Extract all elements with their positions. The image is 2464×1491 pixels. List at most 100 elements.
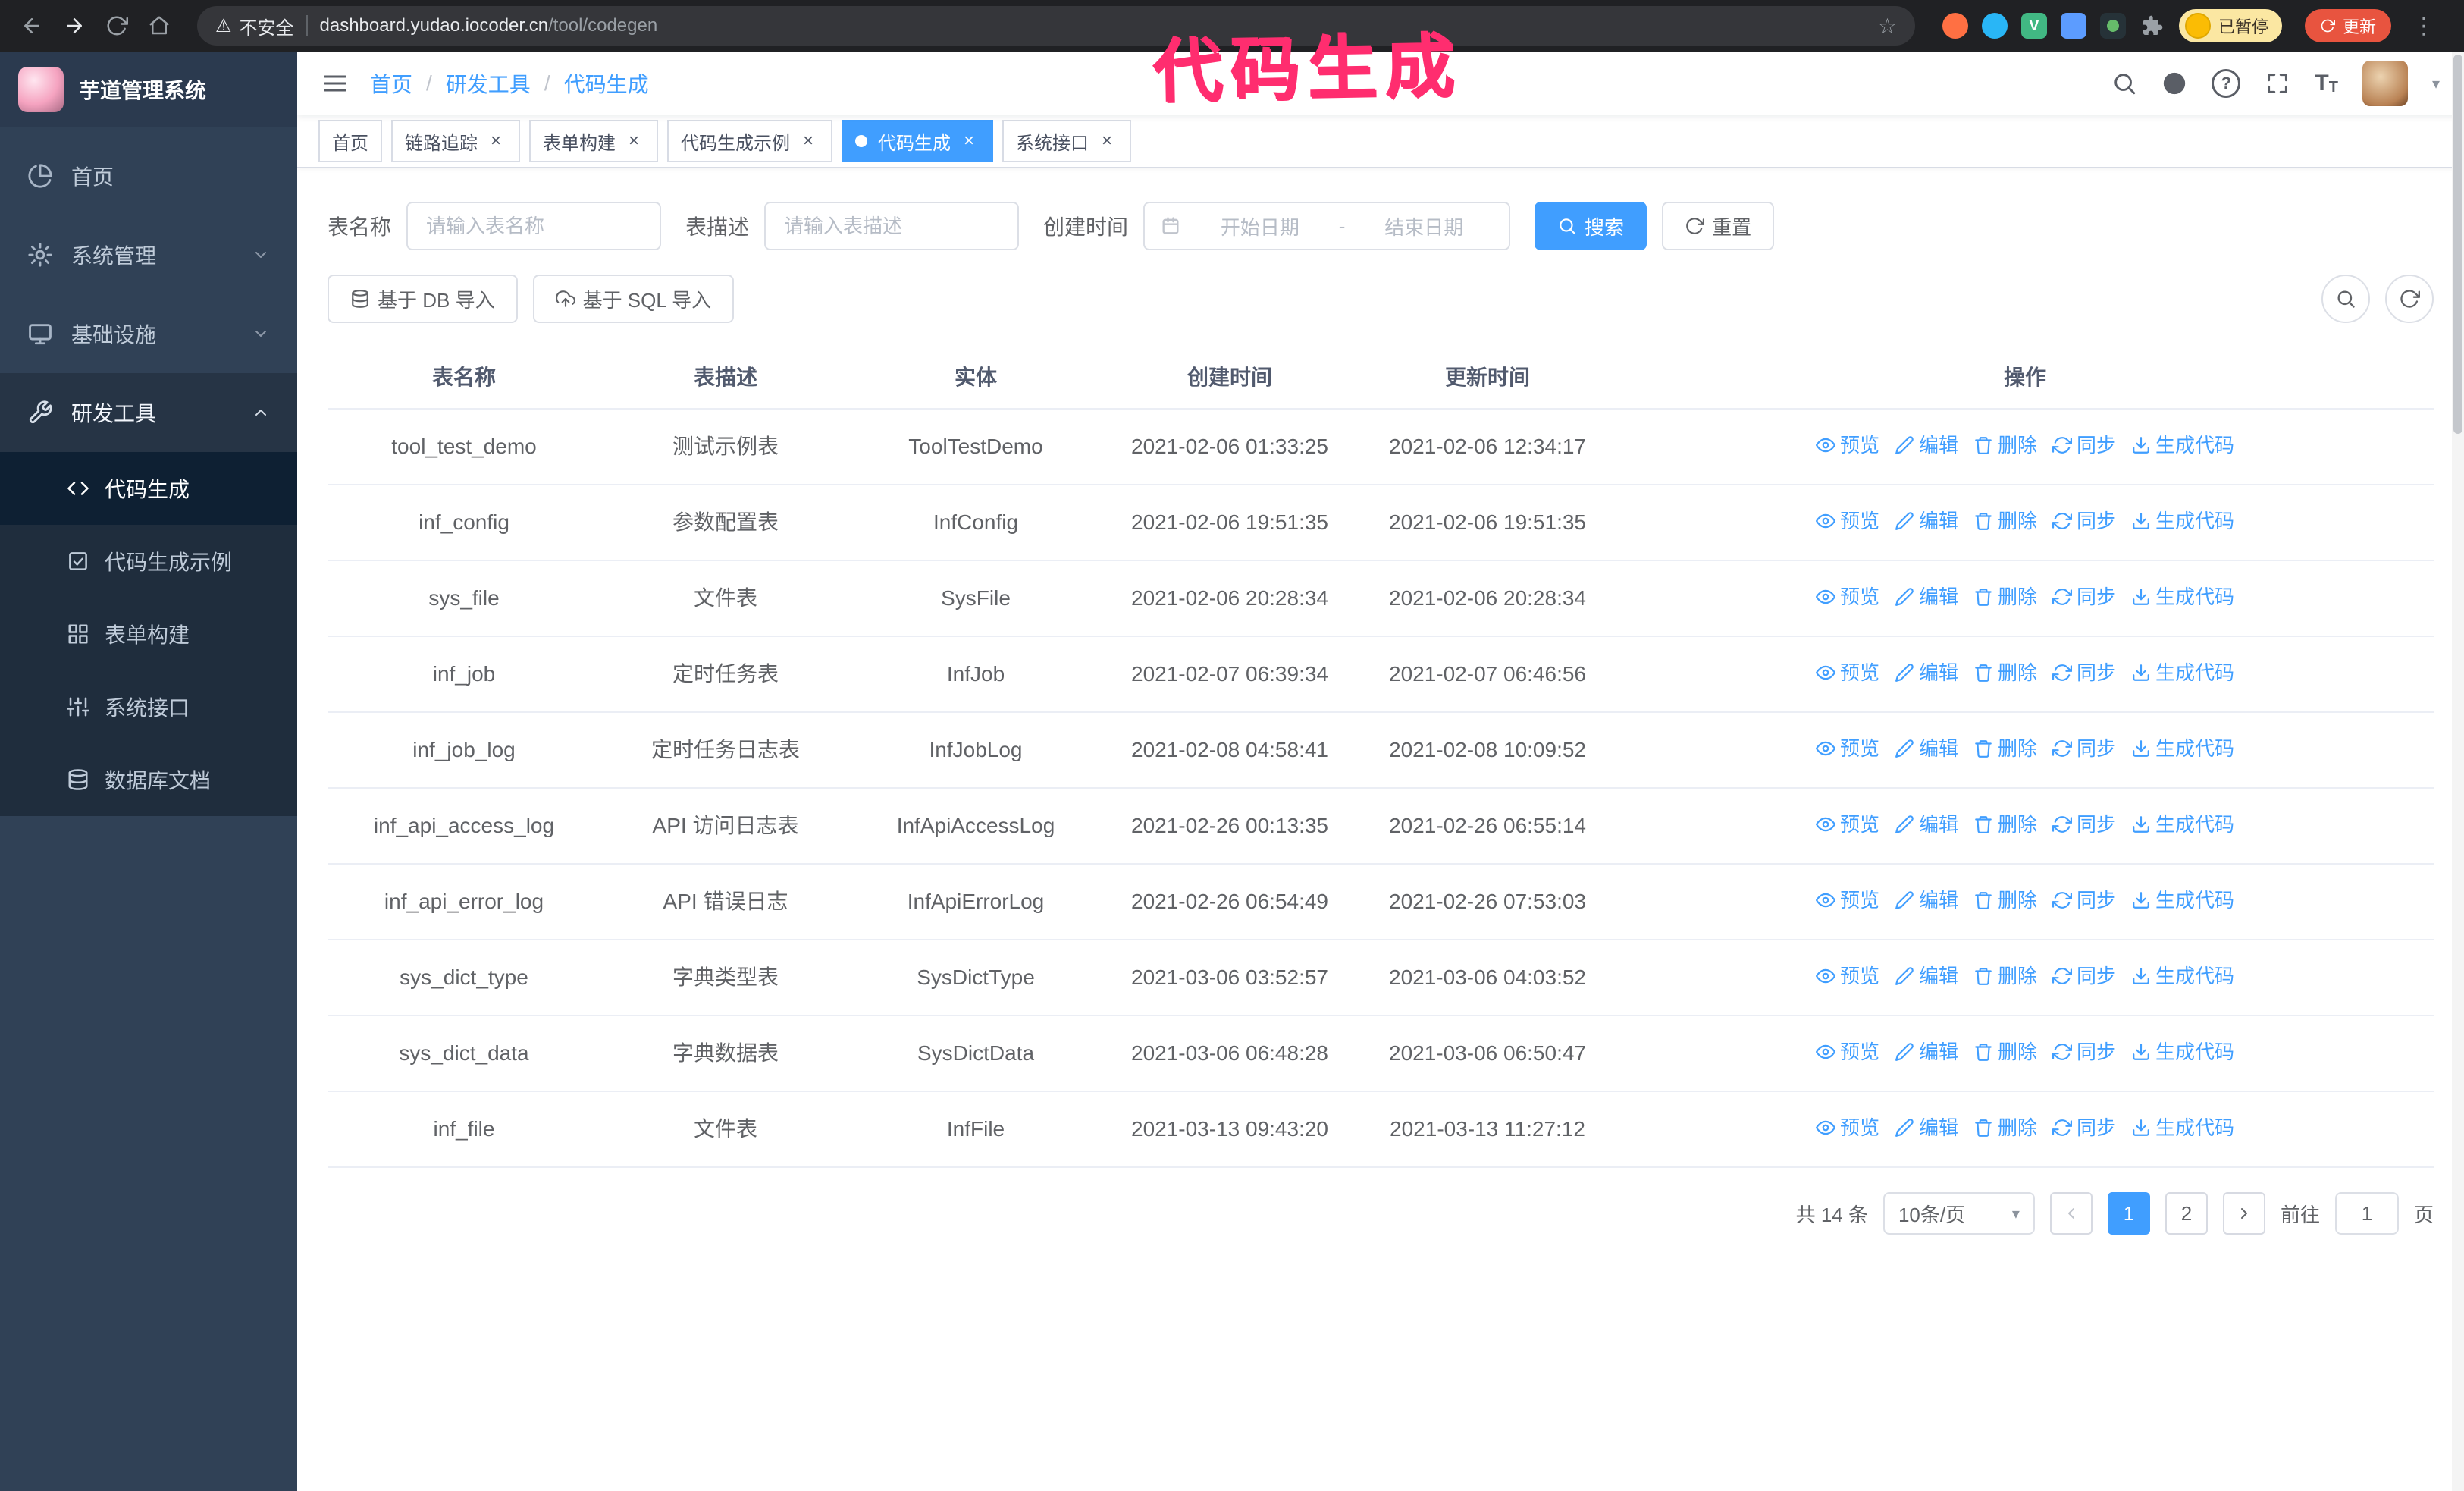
breadcrumb-devtools[interactable]: 研发工具	[446, 68, 531, 99]
import-sql-button[interactable]: 基于 SQL 导入	[532, 275, 735, 323]
delete-link[interactable]: 删除	[1973, 883, 2037, 918]
sync-link[interactable]: 同步	[2052, 504, 2116, 538]
bookmark-star-icon[interactable]: ☆	[1878, 14, 1897, 39]
tab-tracer[interactable]: 链路追踪 ×	[391, 120, 520, 162]
sync-link[interactable]: 同步	[2052, 807, 2116, 842]
sidebar-item-system-api[interactable]: 系统接口	[0, 670, 297, 743]
preview-link[interactable]: 预览	[1816, 883, 1879, 918]
browser-home-button[interactable]	[140, 6, 179, 46]
delete-link[interactable]: 删除	[1973, 959, 2037, 993]
import-db-button[interactable]: 基于 DB 导入	[328, 275, 518, 323]
reset-button[interactable]: 重置	[1662, 202, 1775, 250]
page-button-1[interactable]: 1	[2107, 1192, 2150, 1235]
avatar-caret-icon[interactable]: ▾	[2432, 74, 2440, 93]
sync-link[interactable]: 同步	[2052, 655, 2116, 690]
close-icon[interactable]: ×	[958, 130, 980, 152]
sidebar-item-infra[interactable]: 基础设施	[0, 294, 297, 373]
browser-scrollbar[interactable]	[2452, 52, 2464, 1491]
browser-menu-icon[interactable]: ⋮	[2405, 13, 2443, 39]
delete-link[interactable]: 删除	[1973, 1110, 2037, 1145]
sidebar-item-form-builder[interactable]: 表单构建	[0, 598, 297, 670]
edit-link[interactable]: 编辑	[1895, 807, 1958, 842]
address-bar[interactable]: ⚠ 不安全 dashboard.yudao.iocoder.cn/tool/co…	[197, 6, 1915, 46]
sync-link[interactable]: 同步	[2052, 428, 2116, 463]
page-size-select[interactable]: 10条/页 ▾	[1882, 1192, 2035, 1235]
date-range-picker[interactable]: 开始日期 - 结束日期	[1143, 202, 1511, 250]
edit-link[interactable]: 编辑	[1895, 504, 1958, 538]
generate-code-link[interactable]: 生成代码	[2131, 959, 2234, 993]
tab-system-api[interactable]: 系统接口 ×	[1002, 120, 1131, 162]
sidebar-item-home[interactable]: 首页	[0, 137, 297, 215]
preview-link[interactable]: 预览	[1816, 655, 1879, 690]
sync-link[interactable]: 同步	[2052, 579, 2116, 614]
preview-link[interactable]: 预览	[1816, 959, 1879, 993]
goto-page-input[interactable]	[2334, 1192, 2399, 1235]
edit-link[interactable]: 编辑	[1895, 959, 1958, 993]
scrollbar-thumb[interactable]	[2453, 55, 2462, 434]
delete-link[interactable]: 删除	[1973, 655, 2037, 690]
edit-link[interactable]: 编辑	[1895, 883, 1958, 918]
generate-code-link[interactable]: 生成代码	[2131, 428, 2234, 463]
sidebar-item-db-doc[interactable]: 数据库文档	[0, 743, 297, 816]
sidebar-item-codegen-example[interactable]: 代码生成示例	[0, 525, 297, 598]
generate-code-link[interactable]: 生成代码	[2131, 1034, 2234, 1069]
toggle-search-button[interactable]	[2321, 275, 2370, 323]
tab-codegen[interactable]: 代码生成 ×	[842, 120, 993, 162]
refresh-table-button[interactable]	[2385, 275, 2434, 323]
preview-link[interactable]: 预览	[1816, 579, 1879, 614]
hamburger-icon[interactable]	[321, 70, 349, 97]
preview-link[interactable]: 预览	[1816, 1110, 1879, 1145]
sync-link[interactable]: 同步	[2052, 1110, 2116, 1145]
close-icon[interactable]: ×	[623, 130, 644, 152]
generate-code-link[interactable]: 生成代码	[2131, 731, 2234, 766]
edit-link[interactable]: 编辑	[1895, 1034, 1958, 1069]
help-icon[interactable]: ?	[2212, 69, 2241, 98]
search-icon[interactable]	[2111, 71, 2137, 96]
security-status[interactable]: ⚠ 不安全	[215, 13, 294, 39]
edit-link[interactable]: 编辑	[1895, 731, 1958, 766]
font-size-icon[interactable]: TT	[2315, 72, 2338, 96]
browser-reload-button[interactable]	[97, 6, 136, 46]
extension-icon-users[interactable]	[2060, 13, 2086, 39]
user-avatar[interactable]	[2362, 61, 2408, 106]
edit-link[interactable]: 编辑	[1895, 655, 1958, 690]
search-button[interactable]: 搜索	[1535, 202, 1647, 250]
close-icon[interactable]: ×	[798, 130, 819, 152]
generate-code-link[interactable]: 生成代码	[2131, 807, 2234, 842]
next-page-button[interactable]	[2222, 1192, 2265, 1235]
extension-icon-blue[interactable]	[1981, 13, 2008, 39]
preview-link[interactable]: 预览	[1816, 428, 1879, 463]
table-desc-input[interactable]	[764, 202, 1020, 250]
preview-link[interactable]: 预览	[1816, 731, 1879, 766]
close-icon[interactable]: ×	[485, 130, 506, 152]
sync-link[interactable]: 同步	[2052, 1034, 2116, 1069]
page-button-2[interactable]: 2	[2165, 1192, 2208, 1235]
delete-link[interactable]: 删除	[1973, 504, 2037, 538]
generate-code-link[interactable]: 生成代码	[2131, 504, 2234, 538]
generate-code-link[interactable]: 生成代码	[2131, 1110, 2234, 1145]
browser-update-button[interactable]: 更新	[2304, 9, 2391, 42]
delete-link[interactable]: 删除	[1973, 731, 2037, 766]
date-end-input[interactable]: 结束日期	[1354, 212, 1494, 240]
browser-forward-button[interactable]	[55, 6, 94, 46]
edit-link[interactable]: 编辑	[1895, 428, 1958, 463]
tab-codegen-example[interactable]: 代码生成示例 ×	[667, 120, 832, 162]
sidebar-item-devtools[interactable]: 研发工具	[0, 373, 297, 452]
app-logo[interactable]: 芋道管理系统	[0, 52, 297, 127]
vue-devtools-icon[interactable]: V	[2020, 13, 2047, 39]
date-start-input[interactable]: 开始日期	[1190, 212, 1330, 240]
github-icon[interactable]	[2161, 71, 2187, 96]
browser-back-button[interactable]	[12, 6, 52, 46]
tab-home[interactable]: 首页	[318, 120, 382, 162]
sync-link[interactable]: 同步	[2052, 731, 2116, 766]
edit-link[interactable]: 编辑	[1895, 579, 1958, 614]
delete-link[interactable]: 删除	[1973, 807, 2037, 842]
edit-link[interactable]: 编辑	[1895, 1110, 1958, 1145]
preview-link[interactable]: 预览	[1816, 807, 1879, 842]
preview-link[interactable]: 预览	[1816, 1034, 1879, 1069]
breadcrumb-home[interactable]: 首页	[370, 68, 412, 99]
sidebar-item-system[interactable]: 系统管理	[0, 215, 297, 294]
delete-link[interactable]: 删除	[1973, 428, 2037, 463]
profile-chip[interactable]: 已暂停	[2178, 9, 2282, 42]
delete-link[interactable]: 删除	[1973, 579, 2037, 614]
